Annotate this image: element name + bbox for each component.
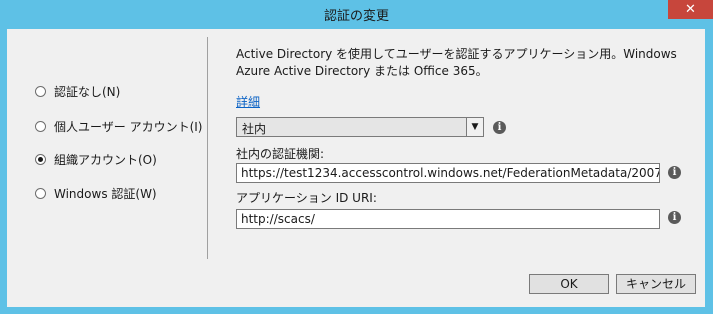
ok-button[interactable]: OK [529,274,609,294]
cancel-button[interactable]: キャンセル [616,274,696,294]
radio-organizational-accounts[interactable]: 組織アカウント(O) [35,150,157,168]
authority-input[interactable]: https://test1234.accesscontrol.windows.n… [236,163,660,183]
radio-label: 個人ユーザー アカウント(I) [54,119,203,134]
app-id-uri-label: アプリケーション ID URI: [236,191,377,205]
close-button[interactable]: ✕ [668,0,713,19]
panel-divider [207,37,208,259]
radio-button[interactable] [35,187,46,199]
info-icon[interactable]: i [668,166,681,179]
radio-label: Windows 認証(W) [54,186,157,201]
chevron-down-icon[interactable]: ▼ [466,118,483,136]
details-link[interactable]: 詳細 [236,93,260,110]
radio-individual-accounts[interactable]: 個人ユーザー アカウント(I) [35,117,202,135]
radio-no-auth[interactable]: 認証なし(N) [35,82,120,100]
dropdown-value: 社内 [242,122,267,136]
info-icon[interactable]: i [493,121,506,134]
radio-button-selected[interactable] [35,153,46,165]
radio-label: 認証なし(N) [54,84,121,99]
org-type-dropdown[interactable]: 社内 ▼ [236,117,484,137]
description-text: Active Directory を使用してユーザーを認証するアプリケーション用… [236,47,677,78]
radio-label: 組織アカウント(O) [54,152,157,167]
auth-options-panel: 認証なし(N) 個人ユーザー アカウント(I) 組織アカウント(O) Windo… [7,29,207,307]
info-icon[interactable]: i [668,211,681,224]
authority-label: 社内の認証機関: [236,147,325,161]
window-title: 認証の変更 [323,9,389,24]
radio-button[interactable] [35,85,46,97]
dialog-body: 認証なし(N) 個人ユーザー アカウント(I) 組織アカウント(O) Windo… [7,29,705,307]
radio-button[interactable] [35,120,46,132]
radio-windows-auth[interactable]: Windows 認証(W) [35,184,157,202]
close-icon: ✕ [685,2,696,17]
app-id-uri-input[interactable]: http://scacs/ [236,209,660,229]
title-bar: 認証の変更 ✕ [0,0,713,28]
